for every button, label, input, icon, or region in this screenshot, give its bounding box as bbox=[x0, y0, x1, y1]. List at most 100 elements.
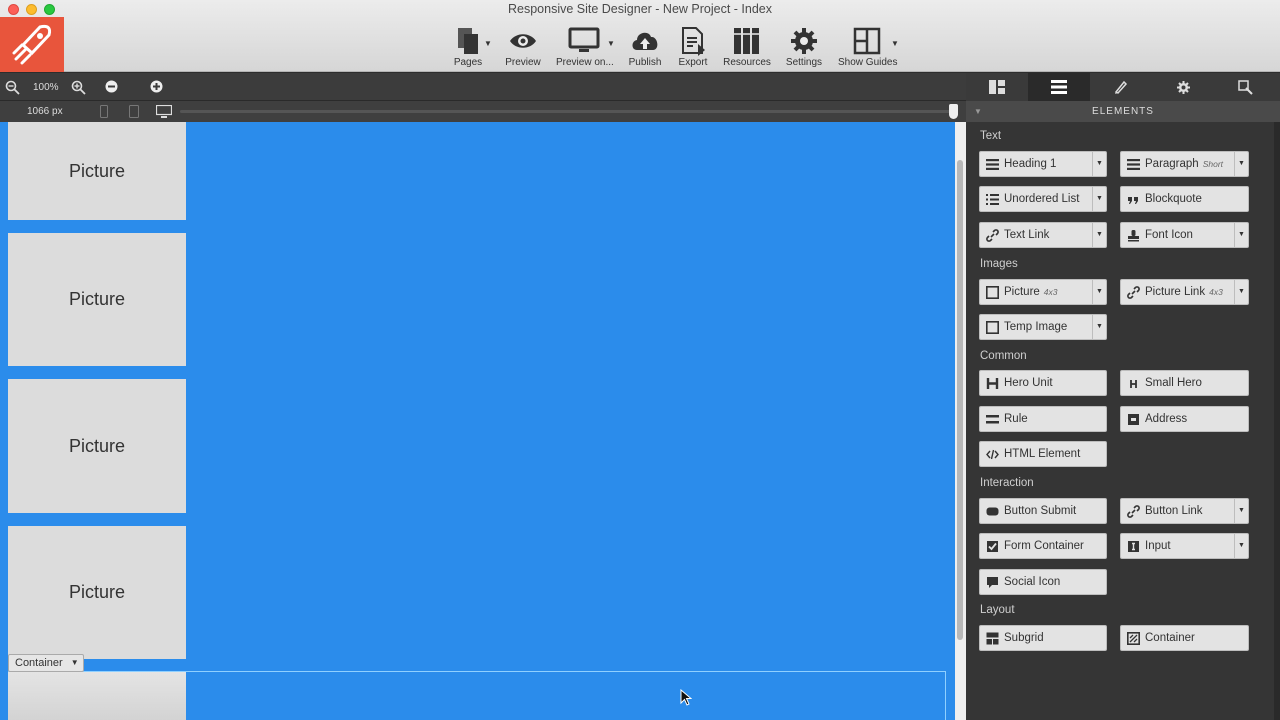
chevron-down-icon: ▼ bbox=[891, 39, 899, 48]
container-tag[interactable]: Container ▼ bbox=[8, 654, 84, 672]
text-lines-icon bbox=[1127, 158, 1140, 170]
chevron-down-icon[interactable]: ▼ bbox=[1234, 534, 1248, 558]
device-width-bar: 1066 px bbox=[0, 101, 966, 122]
element-subgrid[interactable]: Subgrid bbox=[979, 625, 1107, 651]
resources-tool[interactable]: Resources bbox=[722, 26, 772, 68]
element-social-icon[interactable]: Social Icon bbox=[979, 569, 1107, 595]
picture-block[interactable]: Picture bbox=[8, 122, 186, 220]
element-variant: Short bbox=[1202, 159, 1224, 169]
remove-circle-icon[interactable] bbox=[105, 80, 118, 93]
element-label: Blockquote bbox=[1145, 193, 1202, 205]
rule-icon bbox=[986, 414, 999, 423]
element-heading-1[interactable]: Heading 1 ▼ bbox=[979, 151, 1107, 177]
element-container[interactable]: Container bbox=[1120, 625, 1249, 651]
publish-label: Publish bbox=[628, 57, 662, 68]
collapse-triangle-icon[interactable]: ▼ bbox=[974, 101, 983, 122]
tablet-icon[interactable] bbox=[129, 105, 139, 118]
element-unordered-list[interactable]: Unordered List ▼ bbox=[979, 186, 1107, 212]
zoom-in-icon[interactable] bbox=[71, 80, 86, 95]
element-font-icon[interactable]: Font Icon ▼ bbox=[1120, 222, 1249, 248]
zoom-bar: 100% bbox=[0, 73, 966, 101]
chevron-down-icon[interactable]: ▼ bbox=[1092, 187, 1106, 211]
chevron-down-icon[interactable]: ▼ bbox=[1234, 223, 1248, 247]
settings-tool[interactable]: Settings bbox=[785, 26, 823, 68]
chevron-down-icon: ▼ bbox=[70, 658, 79, 667]
section-title-images: Images bbox=[980, 258, 1018, 270]
element-label: Picture bbox=[1004, 286, 1040, 298]
pages-tool[interactable]: ▼ Pages bbox=[452, 26, 492, 68]
elements-panel: ▼ ELEMENTS Text Heading 1 ▼ Paragraph Sh… bbox=[966, 73, 1280, 720]
element-label: HTML Element bbox=[1004, 448, 1081, 460]
design-canvas[interactable]: Picture Picture Picture Picture Containe… bbox=[0, 122, 955, 720]
chevron-down-icon[interactable]: ▼ bbox=[1234, 499, 1248, 523]
publish-tool[interactable]: Publish bbox=[627, 26, 663, 68]
speech-bubble-icon bbox=[987, 576, 998, 588]
image-frame-icon bbox=[986, 285, 999, 299]
chevron-down-icon[interactable]: ▼ bbox=[1092, 152, 1106, 176]
element-hero-unit[interactable]: Hero Unit bbox=[979, 370, 1107, 396]
width-slider-track[interactable] bbox=[180, 110, 955, 113]
brush-icon bbox=[1114, 80, 1128, 94]
desktop-icon[interactable] bbox=[156, 105, 172, 118]
picture-block[interactable]: Picture bbox=[8, 233, 186, 366]
chevron-down-icon[interactable]: ▼ bbox=[1092, 315, 1106, 339]
tab-layout[interactable] bbox=[966, 73, 1028, 101]
element-variant: 4x3 bbox=[1043, 287, 1058, 297]
phone-icon[interactable] bbox=[100, 105, 108, 118]
element-temp-image[interactable]: Temp Image ▼ bbox=[979, 314, 1107, 340]
element-blockquote[interactable]: Blockquote bbox=[1120, 186, 1249, 212]
preview-on-tool[interactable]: ▼ Preview on... bbox=[556, 26, 615, 68]
app-window: Responsive Site Designer - New Project -… bbox=[0, 0, 1280, 720]
element-picture-link[interactable]: Picture Link 4x3 ▼ bbox=[1120, 279, 1249, 305]
element-rule[interactable]: Rule bbox=[979, 406, 1107, 432]
tab-styles[interactable] bbox=[1090, 73, 1152, 101]
element-html-element[interactable]: HTML Element bbox=[979, 441, 1107, 467]
tab-elements[interactable] bbox=[1028, 73, 1090, 101]
tab-inspect[interactable] bbox=[1214, 73, 1276, 101]
zoom-out-icon[interactable] bbox=[5, 80, 20, 95]
element-label: Rule bbox=[1004, 413, 1028, 425]
mouse-cursor-icon bbox=[680, 689, 692, 706]
grid-icon bbox=[986, 632, 999, 644]
pages-icon bbox=[458, 28, 478, 54]
element-text-link[interactable]: Text Link ▼ bbox=[979, 222, 1107, 248]
width-readout: 1066 px bbox=[27, 106, 63, 117]
section-title-layout: Layout bbox=[980, 604, 1015, 616]
tab-settings[interactable] bbox=[1152, 73, 1214, 101]
chevron-down-icon[interactable]: ▼ bbox=[1234, 152, 1248, 176]
element-picture[interactable]: Picture 4x3 ▼ bbox=[979, 279, 1107, 305]
element-button-link[interactable]: Button Link ▼ bbox=[1120, 498, 1249, 524]
element-form-container[interactable]: Form Container bbox=[979, 533, 1107, 559]
element-label: Address bbox=[1145, 413, 1188, 425]
zoom-level: 100% bbox=[33, 82, 59, 93]
chevron-down-icon[interactable]: ▼ bbox=[1234, 280, 1248, 304]
show-guides-tool[interactable]: ▼ Show Guides bbox=[838, 26, 899, 68]
element-small-hero[interactable]: Small Hero bbox=[1120, 370, 1249, 396]
element-label: Text Link bbox=[1004, 229, 1050, 241]
element-input[interactable]: Input ▼ bbox=[1120, 533, 1249, 559]
stamp-icon bbox=[1128, 229, 1139, 241]
canvas-scroll-thumb[interactable] bbox=[957, 160, 963, 640]
element-paragraph[interactable]: Paragraph Short ▼ bbox=[1120, 151, 1249, 177]
guides-icon bbox=[853, 27, 881, 55]
layout-icon bbox=[989, 80, 1005, 94]
element-button-submit[interactable]: Button Submit bbox=[979, 498, 1107, 524]
element-label: Subgrid bbox=[1004, 632, 1044, 644]
add-circle-icon[interactable] bbox=[150, 80, 163, 93]
export-tool[interactable]: Export bbox=[676, 26, 710, 68]
chevron-down-icon[interactable]: ▼ bbox=[1092, 223, 1106, 247]
canvas-scrollbar[interactable] bbox=[955, 122, 966, 720]
panel-scrollbar[interactable] bbox=[1274, 122, 1280, 720]
element-label: Paragraph bbox=[1145, 158, 1199, 170]
picture-block[interactable]: Picture bbox=[8, 379, 186, 513]
chevron-down-icon[interactable]: ▼ bbox=[1092, 280, 1106, 304]
picture-block-partial[interactable] bbox=[8, 672, 186, 720]
preview-tool[interactable]: Preview bbox=[503, 26, 543, 68]
resources-label: Resources bbox=[723, 57, 771, 68]
width-slider-handle[interactable] bbox=[949, 104, 958, 119]
section-title-text: Text bbox=[980, 130, 1002, 142]
picture-block[interactable]: Picture bbox=[8, 526, 186, 659]
element-address[interactable]: Address bbox=[1120, 406, 1249, 432]
element-label: Heading 1 bbox=[1004, 158, 1057, 170]
element-label: Button Link bbox=[1145, 505, 1203, 517]
